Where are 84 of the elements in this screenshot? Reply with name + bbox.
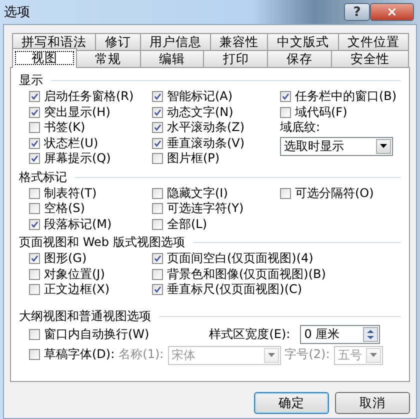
checkbox[interactable]: [29, 253, 40, 264]
checkbox-label: 启动任务窗格(R): [44, 88, 134, 106]
checkbox[interactable]: [280, 106, 291, 118]
checkbox[interactable]: [152, 91, 163, 102]
checkbox-label: 可选分隔符(O): [295, 184, 374, 202]
checkbox[interactable]: [152, 268, 163, 280]
checkbox-label: 任务栏中的窗口(B): [295, 88, 397, 106]
field-label: 样式区宽度(E):: [209, 326, 290, 343]
caret-icon: [268, 353, 275, 357]
field-label: 域底纹:: [280, 119, 320, 136]
section-heading: 格式标记: [19, 168, 67, 186]
tab[interactable]: 编辑: [140, 50, 204, 67]
checkbox[interactable]: [152, 218, 163, 230]
checkbox[interactable]: [29, 138, 40, 149]
checkbox[interactable]: [29, 218, 40, 230]
checkbox-label: 制表符(T): [44, 184, 97, 202]
dropdown[interactable]: 选取时显示: [280, 136, 393, 156]
checkbox[interactable]: [29, 329, 40, 340]
checkbox[interactable]: [280, 91, 291, 102]
checkbox[interactable]: [280, 188, 291, 199]
checkbox-label: 段落标记(M): [44, 216, 112, 233]
checkbox-label: 空格(S): [44, 200, 85, 218]
checkbox[interactable]: [29, 349, 40, 360]
checkbox[interactable]: [152, 188, 163, 199]
field-label: 字号(2):: [284, 346, 330, 363]
tab[interactable]: 打印: [203, 50, 268, 67]
section-heading: 页面视图和 Web 版式视图选项: [19, 234, 185, 251]
checkbox-label: 对象位置(J): [44, 266, 105, 283]
checkbox[interactable]: [152, 153, 163, 164]
section-heading: 显示: [19, 72, 43, 89]
checkbox-label: 垂直标尺(仅页面视图)(C): [167, 281, 302, 298]
checkbox-label: 隐藏文字(I): [167, 184, 228, 202]
checkbox-label: 背景色和图像(仅页面视图)(B): [167, 266, 326, 283]
tab[interactable]: 用户信息: [140, 33, 211, 50]
checkbox[interactable]: [152, 138, 163, 149]
tab[interactable]: 中文版式: [267, 33, 339, 50]
checkbox-label: 域代码(F): [295, 104, 348, 121]
section-heading: 大纲视图和普通视图选项: [19, 308, 151, 324]
checkbox-label: 动态文字(N): [167, 104, 234, 121]
checkbox-label: 图片框(P): [167, 150, 220, 168]
field-label: 名称(1):: [118, 346, 164, 363]
checkbox[interactable]: [29, 268, 40, 280]
checkbox-label: 状态栏(U): [44, 134, 98, 152]
checkbox-label: 图形(G): [44, 250, 87, 268]
checkbox[interactable]: [152, 284, 163, 296]
checkbox[interactable]: [152, 122, 163, 134]
tab[interactable]: 文件位置: [338, 33, 409, 50]
tab[interactable]: 安全性: [331, 50, 409, 67]
tab[interactable]: 修订: [95, 33, 141, 50]
tab[interactable]: 兼容性: [210, 33, 268, 50]
checkbox-label: 可选连字符(Y): [167, 200, 244, 218]
caret-icon: [370, 353, 377, 357]
checkbox-label: 正文边框(X): [44, 281, 110, 298]
tab[interactable]: 常规: [76, 50, 141, 67]
tab[interactable]: 拼写和语法: [12, 33, 96, 50]
checkbox-label: 突出显示(H): [44, 104, 110, 121]
checkbox-label: 屏幕提示(Q): [44, 150, 111, 168]
checkbox[interactable]: [29, 203, 40, 214]
spin-field[interactable]: 0 厘米: [300, 325, 380, 344]
checkbox[interactable]: [152, 203, 163, 214]
checkbox[interactable]: [152, 106, 163, 118]
checkbox[interactable]: [152, 253, 163, 264]
checkbox[interactable]: [29, 188, 40, 199]
checkbox-label: 书签(K): [44, 119, 86, 136]
help-button[interactable]: ?: [344, 3, 370, 21]
tab[interactable]: 保存: [267, 50, 332, 67]
checkbox-label: 页面间空白(仅页面视图)(4): [167, 250, 314, 268]
checkbox-label: 全部(L): [167, 216, 208, 233]
tab[interactable]: 视图: [12, 48, 77, 68]
checkbox[interactable]: [29, 91, 40, 102]
checkbox[interactable]: [29, 153, 40, 164]
checkbox-label: 水平滚动条(Z): [167, 119, 245, 136]
window-title: 选项: [4, 4, 31, 21]
checkbox-label: 智能标记(A): [167, 88, 233, 106]
dialog-button[interactable]: 取消: [335, 392, 410, 414]
checkbox-label: 窗口内自动换行(W): [44, 326, 150, 343]
caret-icon: [380, 144, 387, 148]
checkbox[interactable]: [29, 106, 40, 118]
checkbox-label: 垂直滚动条(V): [167, 134, 245, 152]
checkbox[interactable]: [29, 122, 40, 134]
dialog-button[interactable]: 确定: [254, 392, 329, 414]
checkbox[interactable]: [29, 284, 40, 296]
checkbox-label: 草稿字体(D):: [44, 346, 115, 363]
spinner-icon[interactable]: [363, 327, 378, 342]
